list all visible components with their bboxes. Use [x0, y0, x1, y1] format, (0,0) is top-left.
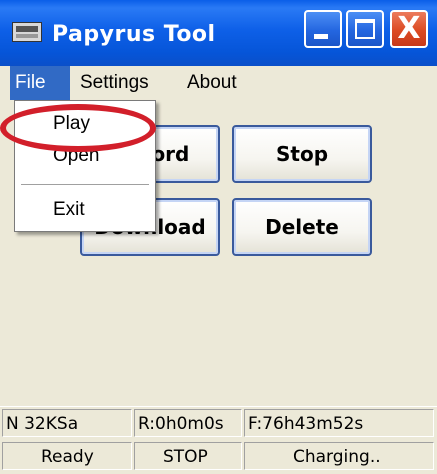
close-button[interactable]: X [390, 10, 428, 48]
close-icon: X [397, 11, 421, 46]
status-bar-state: Ready STOP Charging.. [0, 440, 437, 474]
menu-about[interactable]: About [187, 66, 237, 100]
status-free-time: F:76h43m52s [244, 409, 434, 437]
menu-item-play[interactable]: Play [15, 109, 155, 139]
window-title: Papyrus Tool [52, 22, 216, 47]
menu-separator [21, 184, 149, 186]
stop-button[interactable]: Stop [232, 125, 372, 183]
menu-file[interactable]: File [10, 66, 70, 100]
status-sample-rate: N 32KSa [2, 409, 132, 437]
maximize-button[interactable] [346, 10, 384, 48]
delete-button[interactable]: Delete [232, 198, 372, 256]
minimize-icon [314, 34, 328, 39]
minimize-button[interactable] [304, 10, 342, 48]
status-ready: Ready [2, 442, 132, 470]
menu-settings[interactable]: Settings [80, 66, 149, 100]
maximize-icon [355, 19, 375, 39]
status-bar-info: N 32KSa R:0h0m0s F:76h43m52s [0, 406, 437, 438]
status-mode: STOP [134, 442, 242, 470]
status-power: Charging.. [244, 442, 434, 470]
file-menu-dropdown: Play Open Exit [14, 100, 156, 232]
tape-recorder-icon [12, 22, 42, 42]
app-window: Papyrus Tool X File Settings About Recor… [0, 0, 437, 474]
menu-item-open[interactable]: Open [15, 141, 155, 171]
menu-bar: File Settings About [0, 66, 437, 100]
menu-item-exit[interactable]: Exit [15, 195, 155, 225]
title-bar[interactable]: Papyrus Tool X [0, 0, 437, 66]
status-recorded-time: R:0h0m0s [134, 409, 242, 437]
